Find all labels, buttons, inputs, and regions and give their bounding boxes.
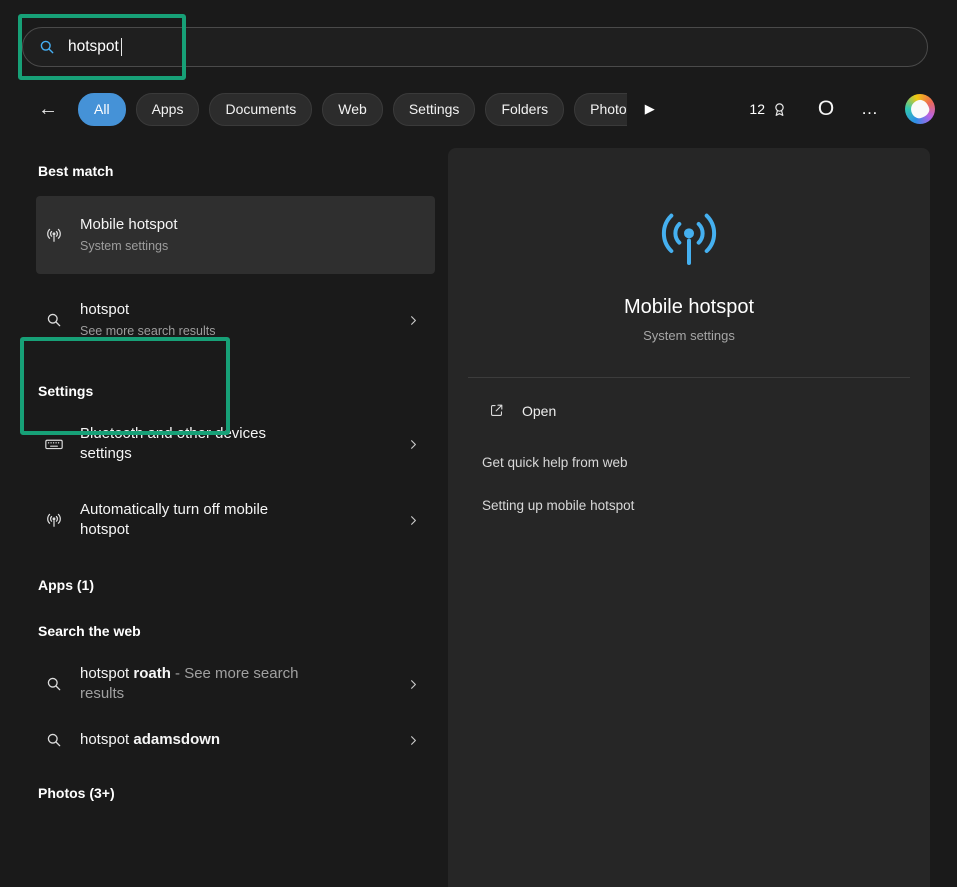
external-link-icon	[488, 402, 505, 419]
result-text: hotspot See more search results	[80, 300, 215, 340]
result-title: Automatically turn off mobile hotspot	[80, 500, 318, 540]
preview-subtitle: System settings	[448, 328, 930, 343]
open-label: Open	[522, 403, 556, 419]
chevron-right-icon	[406, 677, 421, 692]
result-title: hotspot adamsdown	[80, 730, 220, 750]
chevron-right-icon	[406, 733, 421, 748]
hotspot-icon	[44, 225, 64, 245]
rewards-medal-icon	[770, 100, 789, 119]
section-heading-search-web: Search the web	[38, 622, 448, 640]
tab-all[interactable]: All	[78, 93, 126, 126]
result-subtitle: See more search results	[80, 323, 215, 340]
result-web-adamsdown[interactable]: hotspot adamsdown	[36, 722, 435, 758]
chevron-right-icon	[406, 437, 421, 452]
more-options-icon[interactable]: …	[861, 99, 879, 119]
search-icon	[44, 310, 64, 330]
text-caret	[121, 38, 123, 56]
rewards-count: 12	[749, 101, 765, 117]
preview-panel: Mobile hotspot System settings Open Get …	[448, 148, 930, 887]
section-heading-best-match: Best match	[38, 162, 448, 180]
tab-web[interactable]: Web	[322, 93, 383, 126]
result-title: hotspot	[80, 300, 215, 320]
result-mobile-hotspot[interactable]: Mobile hotspot System settings	[36, 196, 435, 274]
result-bluetooth-settings[interactable]: Bluetooth and other devices settings	[36, 416, 435, 472]
result-title: hotspot roath - See more search results	[80, 664, 318, 704]
result-subtitle: System settings	[80, 238, 178, 255]
result-text: hotspot adamsdown	[80, 730, 220, 750]
result-title: Bluetooth and other devices settings	[80, 424, 318, 464]
tab-documents[interactable]: Documents	[209, 93, 312, 126]
preview-title: Mobile hotspot	[448, 296, 930, 319]
section-heading-settings: Settings	[38, 382, 448, 400]
result-text: Bluetooth and other devices settings	[80, 424, 318, 464]
search-results-list: Best match Mobile hotspot System setting…	[0, 148, 448, 802]
search-icon	[44, 730, 64, 750]
section-heading-apps: Apps (1)	[38, 576, 448, 594]
link-setting-up-hotspot[interactable]: Setting up mobile hotspot	[482, 498, 930, 513]
back-arrow-icon[interactable]: ←	[38, 99, 58, 119]
windows-search-flyout: hotspot ← All Apps Documents Web Setting…	[0, 0, 957, 887]
hotspot-icon	[44, 510, 64, 530]
search-bar[interactable]: hotspot	[22, 27, 928, 67]
result-title: Mobile hotspot	[80, 215, 178, 235]
devices-keyboard-icon	[44, 434, 64, 454]
result-text: Mobile hotspot System settings	[80, 215, 178, 255]
search-input[interactable]: hotspot	[68, 38, 119, 56]
result-see-more[interactable]: hotspot See more search results	[36, 292, 435, 348]
section-heading-photos: Photos (3+)	[38, 784, 448, 802]
tab-settings[interactable]: Settings	[393, 93, 476, 126]
tab-apps[interactable]: Apps	[136, 93, 200, 126]
link-get-quick-help[interactable]: Get quick help from web	[482, 455, 930, 470]
tab-photos[interactable]: Photo	[574, 93, 627, 126]
filter-toolbar: ← All Apps Documents Web Settings Folder…	[0, 90, 957, 128]
search-icon	[37, 37, 57, 57]
open-action[interactable]: Open	[488, 402, 930, 419]
divider	[468, 377, 910, 378]
search-icon	[44, 674, 64, 694]
hotspot-icon-large	[649, 198, 729, 278]
result-text: Automatically turn off mobile hotspot	[80, 500, 318, 540]
scroll-more-icon[interactable]: ▶	[645, 101, 655, 117]
result-auto-turn-off-hotspot[interactable]: Automatically turn off mobile hotspot	[36, 492, 435, 548]
chevron-right-icon	[406, 513, 421, 528]
tab-folders[interactable]: Folders	[485, 93, 564, 126]
rewards-badge[interactable]: 12	[749, 100, 789, 119]
result-text: hotspot roath - See more search results	[80, 664, 318, 704]
copilot-icon[interactable]	[905, 94, 935, 124]
result-web-roath[interactable]: hotspot roath - See more search results	[36, 656, 435, 712]
account-avatar[interactable]: O	[813, 96, 839, 122]
chevron-right-icon	[406, 313, 421, 328]
